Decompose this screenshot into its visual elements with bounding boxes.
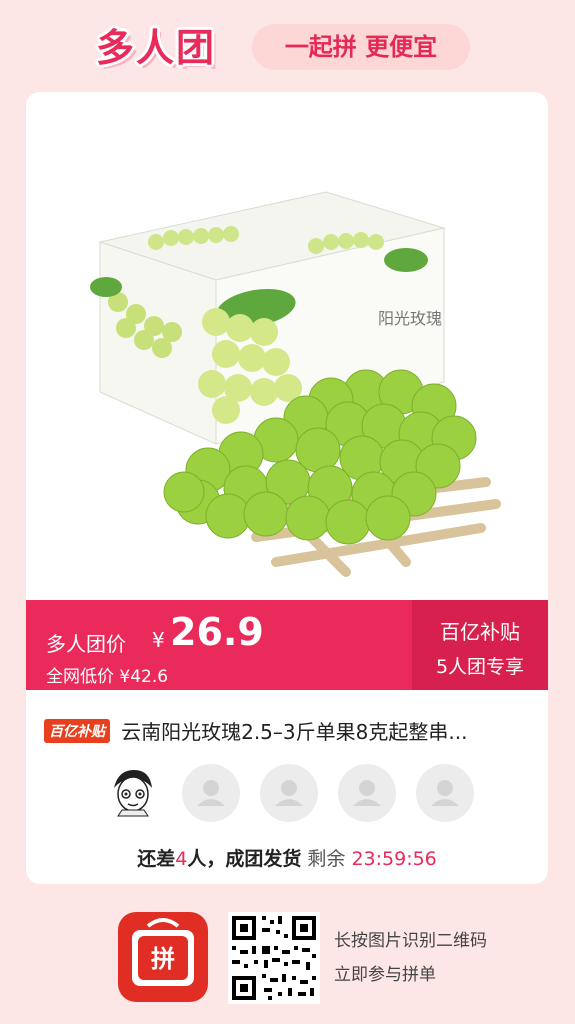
qr-code-icon [228,912,320,1004]
group-buy-logo: 多人团 [96,26,217,70]
remain-label: 剩余 [307,848,346,870]
app-logo: 拼 [118,912,208,1002]
qr-hint-line2: 立即参与拼单 [334,965,436,985]
status-suffix: 人，成团发货 [187,848,302,870]
person-placeholder-icon [197,780,225,806]
group-price-label: 多人团价 [46,632,126,656]
participant-avatars [104,764,504,824]
person-placeholder-icon [431,780,459,806]
product-card[interactable]: 阳光玫瑰 多人团价 ¥ 26.9 全网低价 ¥42.6 百亿补贴 5人团专享 百… [26,92,548,884]
countdown-timer: 23:59:56 [351,848,437,870]
subsidy-subtitle: 5人团专享 [435,656,525,678]
slogan-pill: 一起拼 更便宜 [252,24,470,70]
empty-avatar-slot [260,764,318,822]
empty-avatar-slot [182,764,240,822]
pinduoduo-logo-icon: 拼 [132,918,194,986]
group-price: 26.9 [170,610,264,654]
cartoon-avatar-icon [105,765,161,821]
remaining-count: 4 [175,848,188,870]
app-logo-text: 拼 [151,945,175,973]
footer: 拼 长按图片识别二维码 立即参与拼单 [0,890,575,1024]
subsidy-panel: 百亿补贴 5人团专享 [412,600,548,690]
status-prefix: 还差 [137,848,176,870]
product-title-row[interactable]: 百亿补贴 云南阳光玫瑰2.5–3斤单果8克起整串... [44,716,534,746]
subsidy-badge: 百亿补贴 [44,718,110,743]
avatar [104,764,162,822]
empty-avatar-slot [338,764,396,822]
box-brand-text: 阳光玫瑰 [378,309,442,328]
product-image[interactable]: 阳光玫瑰 [26,92,548,600]
currency-symbol: ¥ [152,628,165,652]
subsidy-title: 百亿补贴 [440,620,520,644]
header: 多人团 一起拼 更便宜 [0,0,575,90]
person-placeholder-icon [353,780,381,806]
price-bar: 多人团价 ¥ 26.9 全网低价 ¥42.6 百亿补贴 5人团专享 [26,600,548,690]
group-status: 还差4人，成团发货 剩余 23:59:56 [26,844,548,871]
original-price: 全网低价 ¥42.6 [46,667,169,687]
qr-code[interactable] [228,912,320,1004]
qr-hint-line1: 长按图片识别二维码 [334,931,487,951]
product-title[interactable]: 云南阳光玫瑰2.5–3斤单果8克起整串... [121,716,467,745]
empty-avatar-slot [416,764,474,822]
person-placeholder-icon [275,780,303,806]
grape-box-illustration: 阳光玫瑰 [90,191,501,577]
